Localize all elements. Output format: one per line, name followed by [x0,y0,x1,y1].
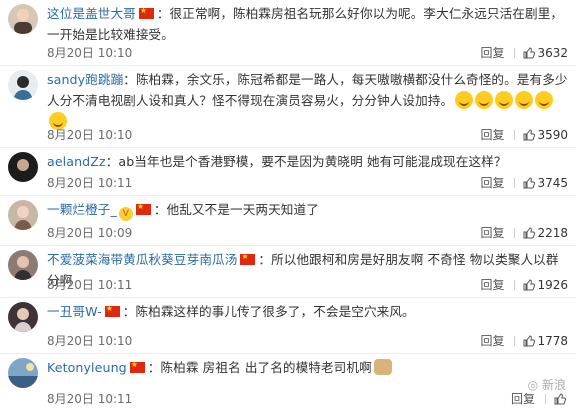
like-count: 2218 [537,226,568,240]
watermark-text: 新浪 [541,378,566,392]
divider [514,280,516,290]
thumbs-up-icon [523,227,536,239]
china-flag-icon [104,303,120,317]
comment-content: ：ab当年也是个香港野模，要不是因为黄晓明 她有可能混成现在这样？ [105,154,507,169]
username-link[interactable]: aelandZz [47,154,106,169]
comment-item: Ketonyleung ：陈柏霖 房祖名 出了名的模特老司机啊 8月20日 10:… [0,354,576,411]
comment-text: 一颗烂橙子_V ：他乱又不是一天两天知道了 [47,199,568,221]
timestamp: 8月20日 10:11 [47,278,133,292]
like-count: 1926 [537,278,568,292]
comment-content: ：他乱又不是一天两天知道了 [153,202,319,217]
dog-emoji-icon [373,359,392,375]
divider [514,48,516,58]
comment-item: aelandZz：ab当年也是个香港野模，要不是因为黄晓明 她有可能混成现在这样… [0,148,576,196]
reply-button[interactable]: 回复 [480,128,504,142]
like-button[interactable]: 1926 [523,278,568,292]
divider [514,178,516,188]
username-link[interactable]: 一颗烂橙子_ [47,202,117,217]
like-count: 3632 [537,46,568,60]
timestamp: 8月20日 10:10 [47,334,133,348]
laugh-emoji-icon [495,91,514,109]
divider [514,228,516,238]
avatar[interactable] [8,70,38,100]
comment-item: 这位是盖世大哥：很正常啊，陈柏霖房祖名玩那么好你以为呢。李大仁永远只活在剧里，一… [0,0,576,66]
reply-button[interactable]: 回复 [480,334,504,348]
thumbs-up-icon [523,335,536,347]
username-link[interactable]: 一丑哥W- [47,304,102,319]
reply-button[interactable]: 回复 [511,392,535,406]
vip-badge-icon: V [118,207,133,221]
username-link[interactable]: sandy跑跳蹦 [47,72,123,87]
comment-text: 这位是盖世大哥：很正常啊，陈柏霖房祖名玩那么好你以为呢。李大仁永远只活在剧里，一… [47,3,568,45]
comment-actions: 回复 1926 [480,277,568,293]
laugh-emoji-icon [475,91,494,109]
china-flag-icon [240,251,256,265]
comment-item: sandy跑跳蹦：陈柏霖，余文乐，陈冠希都是一路人，每天嗷嗷横都没什么奇怪的。是… [0,66,576,148]
laugh-emoji-icon [455,91,474,109]
like-count: 3590 [537,128,568,142]
timestamp: 8月20日 10:11 [47,176,133,190]
thumbs-up-icon [523,129,536,141]
watermark-icon: ◎ [527,378,539,392]
username-link[interactable]: Ketonyleung [47,360,127,375]
thumbs-up-icon [554,393,566,405]
timestamp: 8月20日 10:10 [47,128,133,142]
china-flag-icon [138,5,154,19]
avatar[interactable] [8,250,38,280]
china-flag-icon [135,201,151,215]
timestamp: 8月20日 10:11 [47,392,133,406]
comment-text: Ketonyleung ：陈柏霖 房祖名 出了名的模特老司机啊 [47,357,568,378]
avatar[interactable] [8,200,38,230]
reply-button[interactable]: 回复 [480,46,504,60]
like-button[interactable]: 3745 [523,176,568,190]
reply-button[interactable]: 回复 [480,176,504,190]
laugh-emoji-icon [535,91,554,109]
thumbs-up-icon [523,279,536,291]
watermark: ◎ 新浪 [528,376,566,393]
comment-content: ：陈柏霖 房祖名 出了名的模特老司机啊 [147,360,372,375]
laugh-emoji-icon [515,91,534,109]
thumbs-up-icon [523,47,536,59]
username-link[interactable]: 这位是盖世大哥 [47,6,136,21]
comment-text: aelandZz：ab当年也是个香港野模，要不是因为黄晓明 她有可能混成现在这样… [47,151,568,172]
like-count: 1778 [537,334,568,348]
reply-button[interactable]: 回复 [480,226,504,240]
timestamp: 8月20日 10:10 [47,46,133,60]
like-button[interactable]: 2218 [523,226,568,240]
comment-actions: 回复 2218 [480,225,568,241]
avatar[interactable] [8,358,38,388]
timestamp: 8月20日 10:09 [47,226,133,240]
comment-actions: 回复 3590 [480,127,568,143]
like-button[interactable]: 3632 [523,46,568,60]
avatar[interactable] [8,152,38,182]
like-button[interactable] [554,392,568,406]
comment-content: ：陈柏霖这样的事儿传了很多了，不会是空穴来风。 [122,304,415,319]
comment-actions: 回复 1778 [480,333,568,349]
reply-button[interactable]: 回复 [480,278,504,292]
comment-item: 一颗烂橙子_V ：他乱又不是一天两天知道了 8月20日 10:09 回复 2218 [0,196,576,246]
comment-item: 一丑哥W- ：陈柏霖这样的事儿传了很多了，不会是空穴来风。 8月20日 10:10… [0,298,576,354]
avatar[interactable] [8,302,38,332]
comment-actions: 回复 [511,391,568,407]
china-flag-icon [129,359,145,373]
like-button[interactable]: 3590 [523,128,568,142]
comment-text: sandy跑跳蹦：陈柏霖，余文乐，陈冠希都是一路人，每天嗷嗷横都没什么奇怪的。是… [47,69,568,132]
comment-actions: 回复 3745 [480,175,568,191]
comment-item: 不爱菠菜海带黄瓜秋葵豆芽南瓜汤：所以他跟柯和房是好朋友啊 不奇怪 物以类聚人以群… [0,246,576,298]
like-count: 3745 [537,176,568,190]
divider [545,394,546,404]
divider [514,336,516,346]
username-link[interactable]: 不爱菠菜海带黄瓜秋葵豆芽南瓜汤 [47,252,237,267]
comment-text: 一丑哥W- ：陈柏霖这样的事儿传了很多了，不会是空穴来风。 [47,301,568,322]
comment-actions: 回复 3632 [480,45,568,61]
thumbs-up-icon [523,177,536,189]
like-button[interactable]: 1778 [523,334,568,348]
divider [514,130,516,140]
avatar[interactable] [8,4,38,34]
